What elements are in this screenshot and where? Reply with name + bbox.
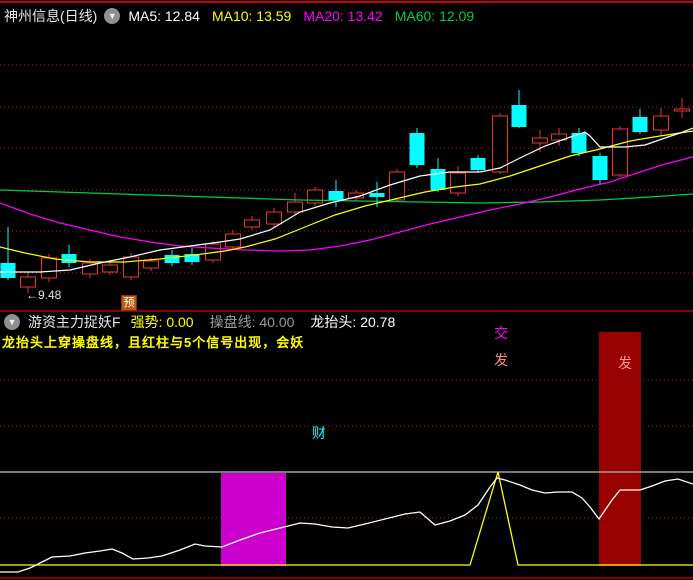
candle-down xyxy=(592,156,608,180)
ma20-label: MA20: 13.42 xyxy=(303,8,383,24)
candle-up xyxy=(244,219,260,228)
candle-up xyxy=(41,257,57,279)
candle-down xyxy=(0,263,16,278)
candle-up xyxy=(674,108,690,112)
ma-line-MA10 xyxy=(0,130,693,263)
candle-up xyxy=(532,137,548,144)
signal-char-cai: 财 xyxy=(312,425,326,441)
ma60-label: MA60: 12.09 xyxy=(394,8,475,24)
candle-up xyxy=(20,276,36,288)
chart-canvas[interactable] xyxy=(0,0,693,580)
candle-up xyxy=(653,115,669,131)
candle-up xyxy=(450,172,466,194)
candle-down xyxy=(511,105,527,127)
candle-down xyxy=(61,254,77,263)
candle-up xyxy=(287,201,303,213)
ma-line-MA60 xyxy=(0,189,693,204)
indicator-name[interactable]: 游资主力捉妖F xyxy=(28,312,121,332)
pre-alert-badge[interactable]: 预 xyxy=(121,295,137,311)
candle-down xyxy=(470,158,486,170)
candle-up xyxy=(266,211,282,225)
ma5-label: MA5: 12.84 xyxy=(128,8,200,24)
signal-hint-text: 龙抬头上穿操盘线，且红柱与5个信号出现，会妖 xyxy=(2,335,305,350)
indicator-field-strength: 强势: 0.00 xyxy=(130,314,194,330)
indicator-header: ▼ 游资主力捉妖F 强势: 0.00 操盘线: 40.00 龙抬头: 20.78 xyxy=(4,313,411,331)
chevron-down-icon[interactable]: ▼ xyxy=(104,8,121,24)
candle-down xyxy=(430,169,446,190)
ma10-label: MA10: 13.59 xyxy=(211,8,292,24)
candle-up xyxy=(123,256,139,278)
indicator-chart[interactable] xyxy=(0,332,693,573)
candle-down xyxy=(328,191,344,200)
candle-down xyxy=(632,117,648,132)
candle-up xyxy=(307,189,323,204)
candle-up xyxy=(492,115,508,173)
candle-up xyxy=(612,128,628,176)
candle-down xyxy=(409,133,425,165)
indicator-field-longtaitou: 龙抬头: 20.78 xyxy=(310,314,396,330)
signal-char-fa-1: 发 xyxy=(494,352,508,368)
indicator-line-龙抬头 xyxy=(0,477,693,573)
candle-up xyxy=(143,260,159,269)
ma-line-MA20 xyxy=(0,156,693,252)
signal-char-jiao: 交 xyxy=(494,325,508,341)
candle-up xyxy=(102,264,118,273)
candle-up xyxy=(389,171,405,201)
candle-down xyxy=(164,255,180,263)
app-window: 神州信息(日线) ▼ MA5: 12.84 MA10: 13.59 MA20: … xyxy=(0,0,693,580)
magenta-signal-bar xyxy=(221,473,286,566)
titlebar: 神州信息(日线) ▼ MA5: 12.84 MA10: 13.59 MA20: … xyxy=(4,4,486,28)
low-price-annotation: ←9.48 xyxy=(26,288,62,302)
candle-down xyxy=(369,193,385,197)
indicator-chevron-down-icon[interactable]: ▼ xyxy=(4,314,20,330)
signal-char-fa-2: 发 xyxy=(618,355,632,371)
indicator-line-强势 xyxy=(0,471,693,566)
indicator-field-controlline: 操盘线: 40.00 xyxy=(209,314,295,330)
candlestick-chart[interactable] xyxy=(0,64,693,293)
symbol-title[interactable]: 神州信息(日线) xyxy=(4,6,97,26)
